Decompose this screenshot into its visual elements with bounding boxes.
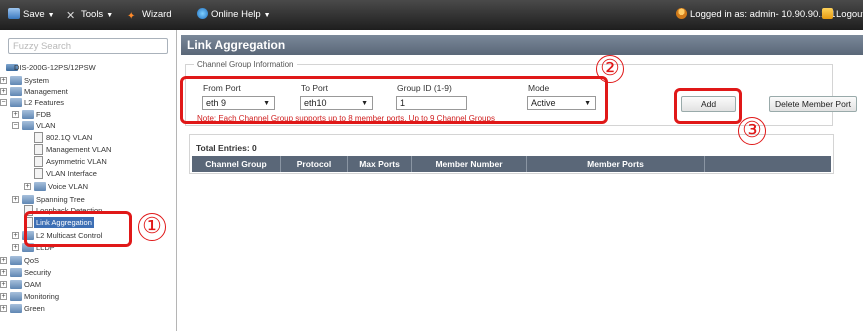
tools-label: Tools bbox=[81, 9, 104, 20]
callout-box-step2 bbox=[180, 76, 608, 124]
tree-item-label: Voice VLAN bbox=[48, 182, 89, 191]
collapse-icon: − bbox=[0, 99, 7, 106]
expand-icon: + bbox=[0, 77, 7, 84]
save-icon bbox=[8, 8, 20, 19]
tree-item-label: Management VLAN bbox=[46, 145, 112, 154]
expand-icon: + bbox=[0, 305, 7, 312]
folder-icon bbox=[34, 182, 46, 191]
tools-icon: ✕ bbox=[66, 10, 76, 22]
tree-item-label: DIS-200G-12PS/12PSW bbox=[14, 63, 96, 72]
channel-group-legend: Channel Group Information bbox=[197, 60, 294, 69]
page-icon bbox=[34, 156, 43, 167]
callout-box-step1 bbox=[24, 211, 132, 247]
step-number-3: ③ bbox=[738, 117, 766, 145]
tree-item-label: OAM bbox=[24, 280, 42, 289]
folder-icon bbox=[10, 280, 22, 289]
logged-in-status: Logged in as: admin- 10.90.90.111 bbox=[676, 8, 835, 22]
tree-item-label: VLAN Interface bbox=[46, 169, 97, 178]
page-icon bbox=[34, 144, 43, 155]
tree-item-label: Green bbox=[24, 304, 45, 313]
tree-item-label: Monitoring bbox=[24, 292, 60, 301]
chevron-down-icon: ▼ bbox=[106, 12, 114, 19]
collapse-icon: − bbox=[12, 122, 19, 129]
save-menu[interactable]: Save ▼ bbox=[8, 8, 55, 22]
channel-group-table: Total Entries: 0 Channel Group Protocol … bbox=[189, 134, 834, 174]
online-help-label: Online Help bbox=[211, 9, 261, 20]
folder-icon bbox=[22, 110, 34, 119]
folder-icon bbox=[10, 256, 22, 265]
folder-icon bbox=[10, 304, 22, 313]
tree-item-label: Management bbox=[24, 87, 68, 96]
page-icon bbox=[34, 132, 43, 143]
tree-item-label: Security bbox=[24, 268, 52, 277]
wizard-label: Wizard bbox=[142, 9, 172, 20]
tree-item-label: VLAN bbox=[36, 121, 56, 130]
expand-icon: + bbox=[0, 88, 7, 95]
top-toolbar: Save ▼ ✕ Tools ▼ ✦ Wizard Online Help ▼ Logge… bbox=[0, 0, 863, 30]
chevron-down-icon: ▼ bbox=[47, 12, 55, 19]
online-help-menu[interactable]: Online Help ▼ bbox=[197, 8, 271, 22]
tree-item-label: Asymmetric VLAN bbox=[46, 157, 107, 166]
expand-icon: + bbox=[24, 183, 31, 190]
callout-box-step3 bbox=[674, 88, 742, 124]
expand-icon: + bbox=[12, 111, 19, 118]
tree-item-label: System bbox=[24, 76, 50, 85]
tree-item-label: FDB bbox=[36, 110, 51, 119]
expand-icon: + bbox=[0, 269, 7, 276]
expand-icon: + bbox=[0, 257, 7, 264]
save-label: Save bbox=[23, 9, 45, 20]
column-header: Max Ports bbox=[348, 156, 412, 172]
logout-label: Logout bbox=[836, 9, 863, 20]
wizard-icon: ✦ bbox=[127, 11, 136, 22]
page-title: Link Aggregation bbox=[181, 35, 863, 55]
tools-menu[interactable]: ✕ Tools ▼ bbox=[66, 8, 113, 22]
wizard-button[interactable]: ✦ Wizard bbox=[127, 8, 172, 22]
step-number-1: ① bbox=[138, 213, 166, 241]
user-icon bbox=[676, 8, 687, 19]
logout-button[interactable]: Logout bbox=[822, 8, 863, 22]
folder-icon bbox=[10, 87, 22, 96]
column-header: Member Number bbox=[412, 156, 527, 172]
expand-icon: + bbox=[12, 244, 19, 251]
expand-icon: + bbox=[0, 281, 7, 288]
column-header: Protocol bbox=[281, 156, 348, 172]
step-number-2: ② bbox=[596, 55, 624, 83]
expand-icon: + bbox=[12, 232, 19, 239]
page-icon bbox=[34, 168, 43, 179]
tree-item-label: L2 Features bbox=[24, 98, 65, 107]
folder-icon bbox=[10, 76, 22, 85]
column-header-action bbox=[705, 156, 831, 172]
folder-open-icon bbox=[22, 121, 34, 130]
sidebar: Fuzzy Search DIS-200G-12PS/12PSW + Syste… bbox=[0, 30, 177, 331]
folder-icon bbox=[10, 292, 22, 301]
expand-icon: + bbox=[0, 293, 7, 300]
chevron-down-icon: ▼ bbox=[263, 12, 271, 19]
delete-member-port-button[interactable]: Delete Member Port bbox=[769, 96, 857, 112]
logged-in-label: Logged in as: admin- 10.90.90.111 bbox=[690, 9, 836, 20]
tree-item-label: 802.1Q VLAN bbox=[46, 133, 93, 142]
folder-icon bbox=[10, 268, 22, 277]
tree-item-label: Spanning Tree bbox=[36, 195, 85, 204]
column-header: Member Ports bbox=[527, 156, 705, 172]
tree-item-label: QoS bbox=[24, 256, 40, 265]
folder-open-icon bbox=[10, 98, 22, 107]
table-header: Channel Group Protocol Max Ports Member … bbox=[192, 156, 831, 172]
help-globe-icon bbox=[197, 8, 208, 19]
expand-icon: + bbox=[12, 196, 19, 203]
folder-icon bbox=[22, 195, 34, 204]
column-header: Channel Group bbox=[192, 156, 281, 172]
total-entries: Total Entries: 0 bbox=[196, 143, 257, 153]
fuzzy-search-input[interactable]: Fuzzy Search bbox=[8, 38, 168, 54]
logout-icon bbox=[822, 8, 833, 19]
